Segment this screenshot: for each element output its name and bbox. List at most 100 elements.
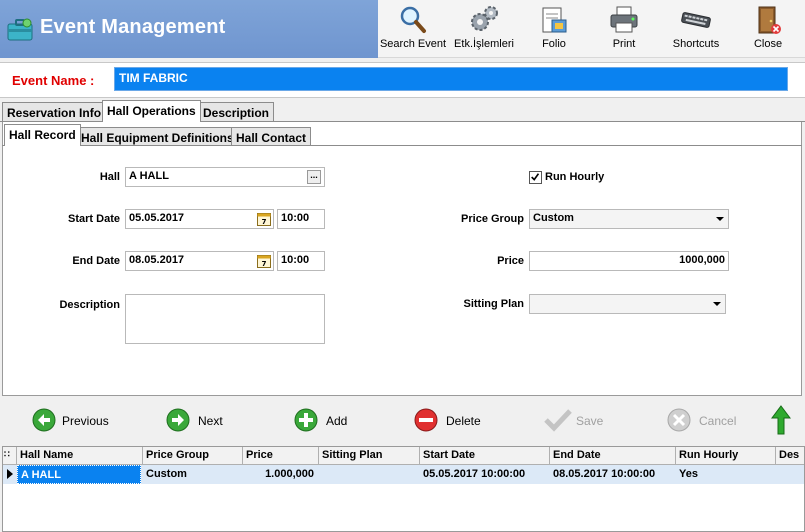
subtab-hall-equipment-definitions[interactable]: Hall Equipment Definitions [76,127,239,146]
price-group-select[interactable]: Custom [529,209,729,229]
column-header[interactable]: End Date [550,447,676,465]
sitting-plan-label: Sitting Plan [463,298,525,310]
checkmark-icon [544,409,572,432]
cell-run-hourly[interactable]: Yes [676,465,776,484]
cancel-icon [667,408,691,432]
tab-description[interactable]: Description [198,102,275,122]
keyboard-icon [681,12,711,28]
start-time-field[interactable]: 10:00 [277,209,325,229]
hall-browse-button[interactable]: ... [307,170,321,184]
row-pointer-icon [7,469,13,479]
column-header[interactable]: Sitting Plan [319,447,420,465]
end-date-label: End Date [72,255,120,267]
cell-sitting-plan[interactable] [319,465,420,484]
cell-description[interactable] [776,465,804,484]
price-input[interactable]: 1000,000 [529,251,729,271]
column-header[interactable]: Des [776,447,804,465]
calendar-icon[interactable]: 7 [257,211,271,226]
plus-icon [294,408,318,432]
search-event-button[interactable]: Search Event [378,0,448,56]
printer-icon [610,6,638,33]
description-label: Description [59,299,120,311]
shortcuts-label: Shortcuts [672,38,720,50]
print-button[interactable]: Print [594,0,654,56]
start-date-value: 05.05.2017 [129,212,185,224]
folio-icon [542,7,567,33]
add-button[interactable]: Add [294,406,364,436]
column-header[interactable]: Run Hourly [676,447,776,465]
end-date-value: 08.05.2017 [129,254,185,266]
magnifier-icon [400,6,426,33]
add-label: Add [326,414,348,428]
calendar-day: 7 [262,218,267,226]
sitting-plan-select[interactable] [529,294,726,314]
start-date-label: Start Date [68,213,120,225]
previous-label: Previous [62,414,109,428]
hall-grid: ∷ Hall Name Price Group Price Sitting Pl… [2,446,805,532]
shortcuts-button[interactable]: Shortcuts [664,0,728,56]
start-date-field[interactable]: 05.05.2017 7 [125,209,274,229]
end-time-field[interactable]: 10:00 [277,251,325,271]
arrow-right-icon [166,408,190,432]
save-label: Save [576,414,604,428]
app-title: Event Management [40,16,226,38]
briefcase-icon [7,18,33,41]
run-hourly-label: Run Hourly [545,171,605,183]
hall-label: Hall [99,171,120,183]
arrow-left-icon [32,408,56,432]
folio-label: Folio [542,38,566,50]
etk-islemleri-button[interactable]: Etk.İşlemleri [450,0,518,56]
next-button[interactable]: Next [166,406,246,436]
event-name-input[interactable]: TIM FABRIC [114,67,788,91]
subtab-strip-divider [2,145,802,146]
event-name-label: Event Name : [12,73,95,88]
hall-value: A HALL [129,170,169,182]
minus-icon [414,408,438,432]
cell-price-group[interactable]: Custom [143,465,243,484]
title-bar: Event Management [0,0,378,58]
end-date-field[interactable]: 08.05.2017 7 [125,251,274,271]
arrow-up-icon[interactable] [770,404,792,436]
door-exit-icon [758,6,781,34]
cell-start-date[interactable]: 05.05.2017 10:00:00 [420,465,550,484]
cell-end-date[interactable]: 08.05.2017 10:00:00 [550,465,676,484]
close-button[interactable]: Close [738,0,798,56]
column-header[interactable]: Price [243,447,319,465]
calendar-icon[interactable]: 7 [257,253,271,268]
tab-reservation-info[interactable]: Reservation Info [2,102,107,122]
column-header[interactable]: Start Date [420,447,550,465]
event-name-row: Event Name : TIM FABRIC [0,62,805,98]
cancel-label: Cancel [699,414,737,428]
cell-hall-name[interactable]: A HALL [17,465,141,484]
print-label: Print [612,38,636,50]
toolbar: Search Event Etk.İşlemleri Folio Print S… [378,0,805,58]
cancel-button[interactable]: Cancel [667,406,747,436]
folio-button[interactable]: Folio [524,0,584,56]
etk-islemleri-label: Etk.İşlemleri [454,38,514,50]
tab-hall-operations[interactable]: Hall Operations [102,100,201,122]
description-textarea[interactable] [125,294,325,344]
grid-indicator-header: ∷ [3,447,17,465]
cell-price[interactable]: 1.000,000 [243,465,317,484]
price-label: Price [497,255,524,267]
close-label: Close [753,38,783,50]
chevron-down-icon [713,302,721,306]
subtab-hall-record[interactable]: Hall Record [4,124,81,146]
run-hourly-checkbox[interactable] [529,171,542,184]
next-label: Next [198,414,223,428]
delete-label: Delete [446,414,481,428]
price-group-value: Custom [533,212,574,224]
subtab-hall-contact[interactable]: Hall Contact [231,127,312,146]
delete-button[interactable]: Delete [414,406,494,436]
column-header[interactable]: Hall Name [17,447,143,465]
chevron-down-icon [716,217,724,221]
previous-button[interactable]: Previous [32,406,122,436]
checkmark-icon [531,173,540,181]
price-group-label: Price Group [461,213,524,225]
search-event-label: Search Event [379,38,447,50]
gears-icon [471,6,498,31]
calendar-day: 7 [262,260,267,268]
save-button[interactable]: Save [544,406,614,436]
hall-field[interactable]: A HALL ... [125,167,325,187]
column-header[interactable]: Price Group [143,447,243,465]
